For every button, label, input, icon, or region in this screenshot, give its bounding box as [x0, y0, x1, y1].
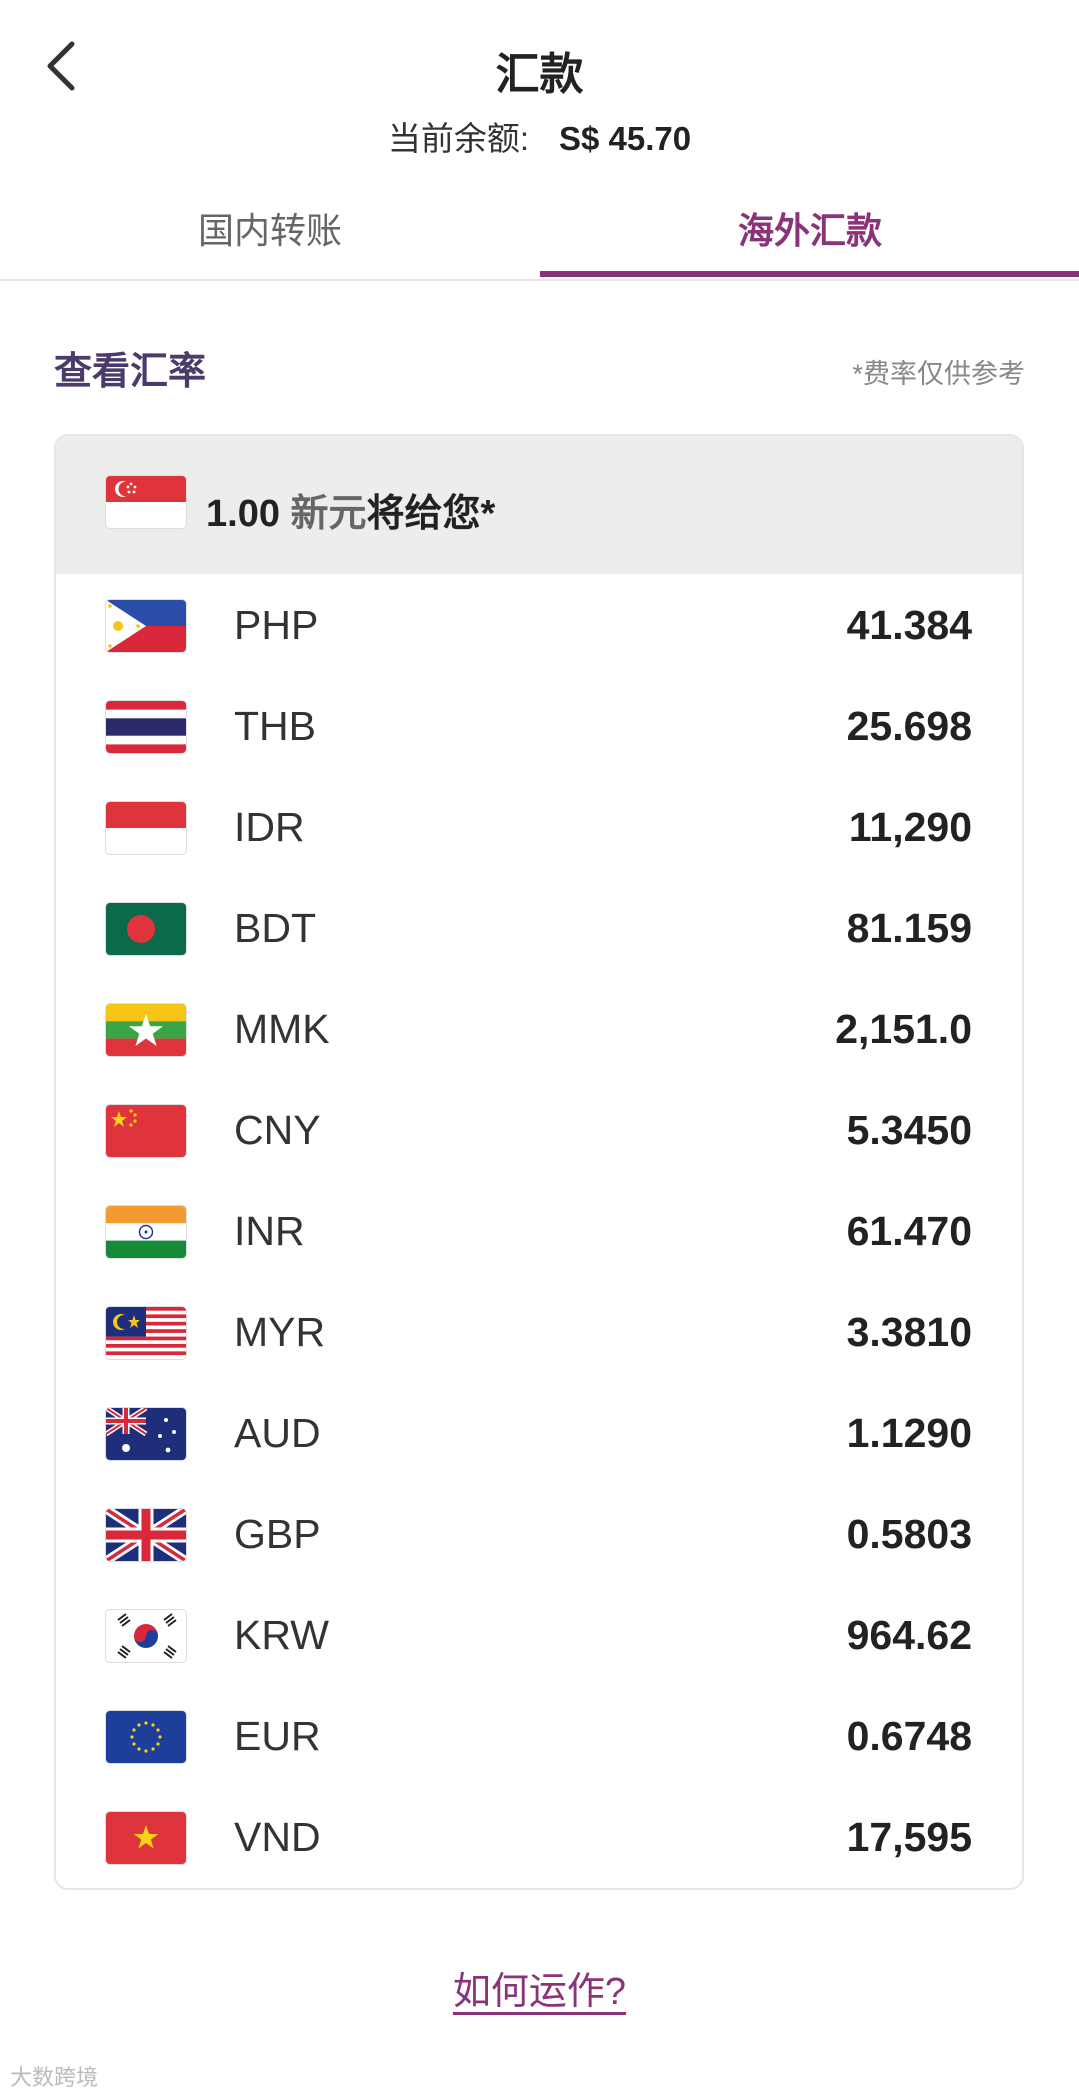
currency-code: AUD — [234, 1410, 321, 1456]
currency-code: CNY — [234, 1107, 321, 1153]
exchange-rate: 41.384 — [846, 602, 972, 648]
rate-row-cny[interactable]: CNY 5.3450 — [56, 1079, 1022, 1180]
active-tab-indicator — [540, 271, 1079, 277]
bangladesh-flag-icon — [106, 903, 186, 955]
exchange-rate: 17,595 — [846, 1814, 972, 1860]
rate-row-gbp[interactable]: GBP 0.5803 — [56, 1483, 1022, 1584]
exchange-rate: 2,151.0 — [835, 1006, 972, 1052]
rate-row-krw[interactable]: KRW 964.62 — [56, 1584, 1022, 1685]
balance-value: S$ 45.70 — [559, 120, 692, 157]
rate-row-idr[interactable]: IDR 11,290 — [56, 776, 1022, 877]
currency-code: BDT — [234, 905, 316, 951]
rate-row-aud[interactable]: AUD 1.1290 — [56, 1382, 1022, 1483]
vietnam-flag-icon — [106, 1812, 186, 1864]
exchange-rate: 0.6748 — [846, 1713, 972, 1759]
exchange-rate: 11,290 — [848, 804, 972, 850]
currency-code: INR — [234, 1208, 305, 1254]
exchange-rate: 25.698 — [846, 703, 972, 749]
rates-disclaimer: *费率仅供参考 — [852, 359, 1025, 389]
australia-flag-icon — [106, 1408, 186, 1460]
philippines-flag-icon — [106, 600, 186, 652]
indonesia-flag-icon — [106, 802, 186, 854]
currency-code: KRW — [234, 1612, 329, 1658]
rate-row-inr[interactable]: INR 61.470 — [56, 1180, 1022, 1281]
korea-flag-icon — [106, 1610, 186, 1662]
base-currency: 新元 — [290, 493, 367, 535]
currency-code: GBP — [234, 1511, 321, 1557]
watermark: 大数跨境 — [10, 2065, 99, 2090]
rate-row-bdt[interactable]: BDT 81.159 — [56, 877, 1022, 978]
currency-code: EUR — [234, 1713, 321, 1759]
exchange-rate: 61.470 — [846, 1208, 972, 1254]
base-rate-text: 1.00 新元将给您* — [206, 482, 495, 537]
app-header: 汇款 当前余额: S$ 45.70 — [0, 0, 1079, 180]
currency-code: MYR — [234, 1309, 326, 1355]
rate-row-vnd[interactable]: VND 17,595 — [56, 1786, 1022, 1887]
eu-flag-icon — [106, 1711, 186, 1763]
malaysia-flag-icon — [106, 1307, 186, 1359]
currency-code: PHP — [234, 602, 319, 648]
view-rates-heading: 查看汇率 — [54, 351, 207, 393]
tab-domestic-transfer[interactable]: 国内转账 — [0, 195, 540, 279]
currency-code: IDR — [234, 804, 305, 850]
rate-row-myr[interactable]: MYR 3.3810 — [56, 1281, 1022, 1382]
how-it-works-label: 如何运作? — [452, 1971, 627, 2013]
rate-row-php[interactable]: PHP 41.384 — [56, 574, 1022, 675]
exchange-rate: 3.3810 — [846, 1309, 972, 1355]
base-currency-header: 1.00 新元将给您* — [56, 436, 1022, 574]
balance-label: 当前余额: — [387, 120, 530, 157]
currency-code: VND — [234, 1814, 321, 1860]
tab-overseas-remittance[interactable]: 海外汇款 — [540, 195, 1079, 279]
myanmar-flag-icon — [106, 1004, 186, 1056]
exchange-rate: 5.3450 — [846, 1107, 972, 1153]
exchange-rate: 1.1290 — [846, 1410, 972, 1456]
india-flag-icon — [106, 1206, 186, 1258]
thailand-flag-icon — [106, 701, 186, 753]
how-it-works-link[interactable]: 如何运作? — [0, 1960, 1079, 2015]
page-title: 汇款 — [495, 50, 584, 99]
tab-bar: 国内转账 海外汇款 — [0, 195, 1079, 281]
exchange-rate: 964.62 — [846, 1612, 972, 1658]
base-suffix: 将给您* — [366, 493, 496, 535]
currency-code: MMK — [234, 1006, 330, 1052]
rate-row-eur[interactable]: EUR 0.6748 — [56, 1685, 1022, 1786]
currency-code: THB — [234, 703, 316, 749]
exchange-rate: 81.159 — [846, 905, 972, 951]
singapore-flag-icon — [106, 476, 186, 528]
china-flag-icon — [106, 1105, 186, 1157]
base-amount: 1.00 — [206, 493, 280, 535]
rate-row-mmk[interactable]: MMK 2,151.0 — [56, 978, 1022, 1079]
exchange-rate-card: 1.00 新元将给您* PHP 41.384 THB 25.698 IDR 11… — [54, 434, 1024, 1890]
rate-row-thb[interactable]: THB 25.698 — [56, 675, 1022, 776]
balance-line: 当前余额: S$ 45.70 — [0, 112, 1079, 160]
uk-flag-icon — [106, 1509, 186, 1561]
exchange-rate: 0.5803 — [846, 1511, 972, 1557]
